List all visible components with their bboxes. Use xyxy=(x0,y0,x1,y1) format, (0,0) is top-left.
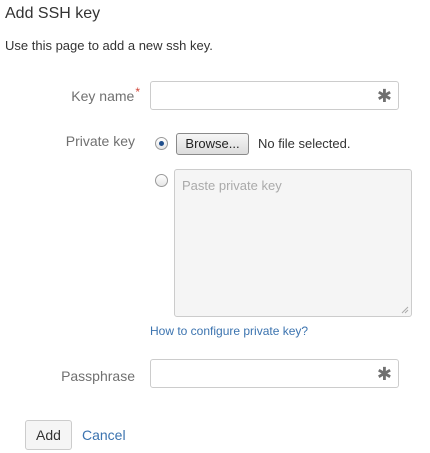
required-indicator: * xyxy=(135,85,140,99)
private-key-help-link[interactable]: How to configure private key? xyxy=(150,323,308,339)
file-status-text: No file selected. xyxy=(258,136,351,151)
textarea-placeholder: Paste private key xyxy=(182,178,282,193)
page-description: Use this page to add a new ssh key. xyxy=(5,38,213,53)
paste-key-radio[interactable] xyxy=(155,174,168,187)
resize-handle-icon[interactable] xyxy=(401,306,409,314)
passphrase-input[interactable]: ✱ xyxy=(150,359,399,388)
private-key-label: Private key xyxy=(65,133,135,149)
asterisk-icon: ✱ xyxy=(376,86,392,106)
add-button[interactable]: Add xyxy=(25,420,72,450)
passphrase-label: Passphrase xyxy=(61,368,135,384)
key-name-label-text: Key name xyxy=(71,88,135,104)
cancel-link[interactable]: Cancel xyxy=(82,426,126,444)
radio-selected-dot xyxy=(159,141,164,146)
browse-button[interactable]: Browse... xyxy=(176,133,249,155)
key-name-label: Key name* xyxy=(60,85,140,106)
private-key-textarea[interactable]: Paste private key xyxy=(174,169,412,317)
asterisk-icon: ✱ xyxy=(376,364,392,384)
add-ssh-key-page: Add SSH key Use this page to add a new s… xyxy=(0,0,430,453)
page-title: Add SSH key xyxy=(5,5,101,22)
key-name-input[interactable]: ✱ xyxy=(150,81,399,110)
upload-file-radio[interactable] xyxy=(155,137,168,150)
